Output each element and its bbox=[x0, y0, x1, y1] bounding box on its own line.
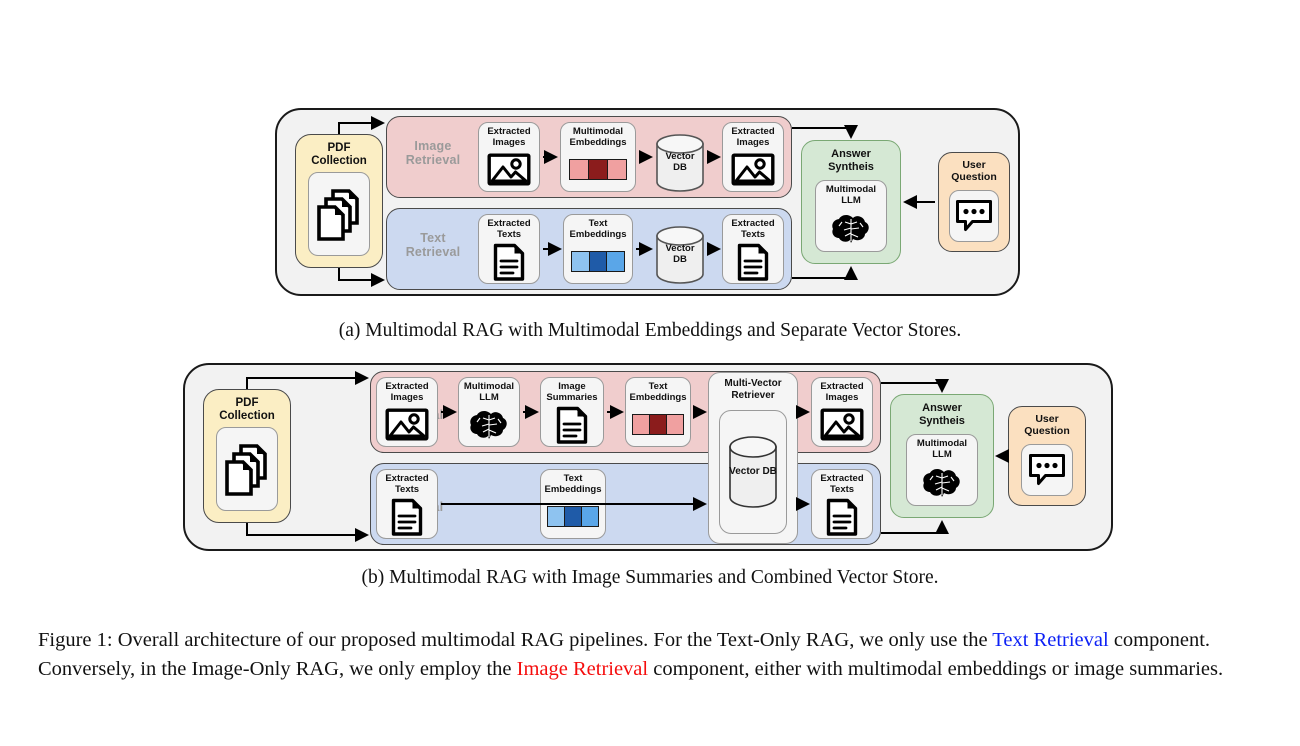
image-icon bbox=[723, 148, 783, 191]
diagram-b-multi-vector-retriever-label: Multi-Vector Retriever bbox=[724, 378, 782, 401]
diagram-b-node-extracted-images-2: Extracted Images bbox=[811, 377, 873, 447]
diagram-a-user-question-label: User Question bbox=[951, 159, 997, 184]
node-label: Extracted Texts bbox=[385, 473, 429, 495]
diagram-b-node-multimodal-llm-1: Multimodal LLM bbox=[458, 377, 520, 447]
embedding-strip-blue-icon bbox=[564, 240, 632, 283]
diagram-b-node-extracted-texts-2: Extracted Texts bbox=[811, 469, 873, 539]
subcaption-b: (b) Multimodal RAG with Image Summaries … bbox=[361, 567, 939, 588]
diagram-a-pdf-collection-icon-node bbox=[308, 172, 370, 256]
document-icon bbox=[541, 403, 603, 446]
diagram-b-vector-db-label: Vector DB bbox=[729, 466, 777, 477]
diagram-a-node-multimodal-embeddings: Multimodal Embeddings bbox=[560, 122, 636, 192]
diagram-a-vector-db-text-label: Vector DB bbox=[665, 243, 695, 265]
diagram-b-pdf-collection-label: PDF Collection bbox=[219, 397, 275, 423]
node-label: Text Embeddings bbox=[544, 473, 602, 495]
diagram-a-node-user-question-icon bbox=[949, 190, 999, 242]
embedding-strip-blue-icon bbox=[541, 495, 605, 538]
diagram-a-vector-db-image-label: Vector DB bbox=[665, 151, 695, 173]
document-icon bbox=[377, 495, 437, 538]
brain-icon bbox=[459, 403, 519, 446]
diagram-a-node-multimodal-llm: Multimodal LLM bbox=[815, 180, 887, 252]
diagram-b-node-user-question-icon bbox=[1021, 444, 1073, 496]
document-icon bbox=[812, 495, 872, 538]
embedding-strip-red-icon bbox=[626, 403, 690, 446]
embedding-strip-red-icon bbox=[561, 148, 635, 191]
diagram-b-node-extracted-texts-1: Extracted Texts bbox=[376, 469, 438, 539]
document-icon bbox=[723, 240, 783, 283]
document-icon bbox=[479, 240, 539, 283]
diagram-b-node-multimodal-llm: Multimodal LLM bbox=[906, 434, 978, 506]
diagram-b-answer-synthesis-label: Answer Syntheis bbox=[919, 402, 965, 427]
figure-1: Image Retrieval Text Retrieval PDF Colle… bbox=[0, 0, 1300, 746]
figure-caption-text-retrieval: Text Retrieval bbox=[992, 629, 1109, 651]
diagram-b-user-question-label: User Question bbox=[1024, 413, 1070, 438]
node-label: Multimodal LLM bbox=[916, 438, 968, 460]
pdf-stack-icon bbox=[217, 428, 277, 510]
image-icon bbox=[377, 403, 437, 446]
node-label: Extracted Images bbox=[487, 126, 531, 148]
diagram-a-text-lane-label: Text Retrieval bbox=[405, 231, 461, 260]
node-label: Extracted Images bbox=[820, 381, 864, 403]
node-label: Multimodal LLM bbox=[463, 381, 515, 403]
speech-bubble-icon bbox=[1022, 445, 1072, 495]
diagram-a-image-lane-label: Image Retrieval bbox=[405, 139, 461, 168]
node-label: Image Summaries bbox=[546, 381, 598, 403]
figure-caption-image-retrieval: Image Retrieval bbox=[516, 658, 649, 681]
diagram-a-pdf-collection-label: PDF Collection bbox=[311, 142, 367, 168]
diagram-b-pdf-collection-icon-node bbox=[216, 427, 278, 511]
diagram-a-node-extracted-texts-2: Extracted Texts bbox=[722, 214, 784, 284]
figure-caption-prefix: Figure 1: Overall architecture of our pr… bbox=[38, 629, 993, 651]
diagram-a-node-text-embeddings: Text Embeddings bbox=[563, 214, 633, 284]
image-icon bbox=[479, 148, 539, 191]
subcaption-a: (a) Multimodal RAG with Multimodal Embed… bbox=[338, 320, 962, 341]
diagram-b-node-image-summaries: Image Summaries bbox=[540, 377, 604, 447]
image-icon bbox=[812, 403, 872, 446]
diagram-b-node-extracted-images-1: Extracted Images bbox=[376, 377, 438, 447]
diagram-a-node-extracted-images-2: Extracted Images bbox=[722, 122, 784, 192]
pdf-stack-icon bbox=[309, 173, 369, 255]
diagram-a-answer-synthesis-label: Answer Syntheis bbox=[828, 148, 874, 173]
node-label: Multimodal LLM bbox=[825, 184, 877, 206]
brain-icon bbox=[907, 460, 977, 505]
diagram-a-node-extracted-texts-1: Extracted Texts bbox=[478, 214, 540, 284]
diagram-a-node-extracted-images-1: Extracted Images bbox=[478, 122, 540, 192]
node-label: Extracted Texts bbox=[820, 473, 864, 495]
figure-caption: Figure 1: Overall architecture of our pr… bbox=[38, 626, 1266, 684]
diagram-b-node-text-embeddings-image: Text Embeddings bbox=[625, 377, 691, 447]
node-label: Extracted Images bbox=[731, 126, 775, 148]
node-label: Text Embeddings bbox=[629, 381, 687, 403]
node-label: Extracted Texts bbox=[487, 218, 531, 240]
diagram-b-node-text-embeddings-text: Text Embeddings bbox=[540, 469, 606, 539]
node-label: Text Embeddings bbox=[569, 218, 627, 240]
node-label: Extracted Texts bbox=[731, 218, 775, 240]
node-label: Multimodal Embeddings bbox=[569, 126, 627, 148]
brain-icon bbox=[816, 206, 886, 251]
figure-caption-suffix: component, either with multimodal embedd… bbox=[648, 658, 1224, 681]
node-label: Extracted Images bbox=[385, 381, 429, 403]
speech-bubble-icon bbox=[950, 191, 998, 241]
